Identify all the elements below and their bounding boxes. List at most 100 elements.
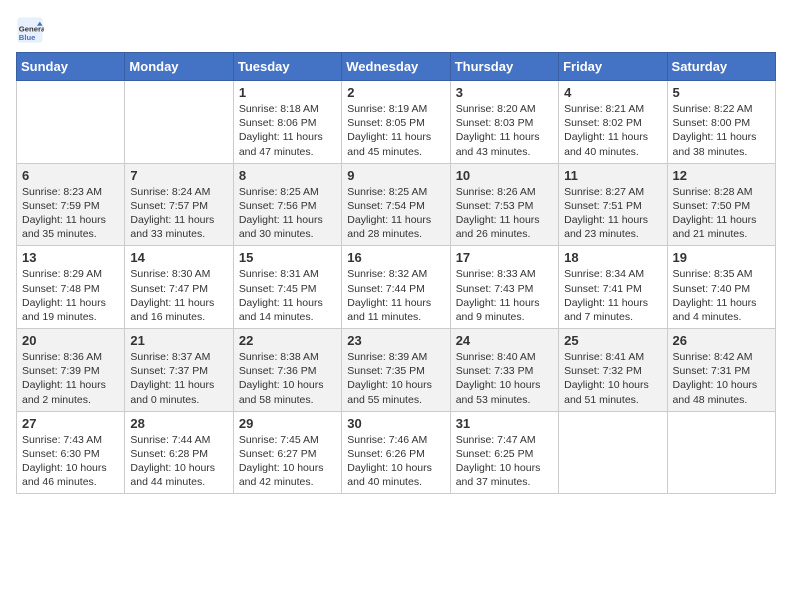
day-info: Sunrise: 8:24 AM <box>130 185 227 199</box>
cell-w3-d0: 13Sunrise: 8:29 AMSunset: 7:48 PMDayligh… <box>17 246 125 329</box>
day-info: Daylight: 11 hours and 28 minutes. <box>347 213 444 241</box>
col-header-monday: Monday <box>125 53 233 81</box>
col-header-tuesday: Tuesday <box>233 53 341 81</box>
day-number: 11 <box>564 168 661 183</box>
day-info: Daylight: 11 hours and 26 minutes. <box>456 213 553 241</box>
day-info: Sunset: 8:03 PM <box>456 116 553 130</box>
col-header-thursday: Thursday <box>450 53 558 81</box>
cell-w1-d6: 5Sunrise: 8:22 AMSunset: 8:00 PMDaylight… <box>667 81 775 164</box>
day-info: Daylight: 11 hours and 2 minutes. <box>22 378 119 406</box>
cell-w3-d4: 17Sunrise: 8:33 AMSunset: 7:43 PMDayligh… <box>450 246 558 329</box>
day-info: Sunset: 7:51 PM <box>564 199 661 213</box>
cell-w5-d4: 31Sunrise: 7:47 AMSunset: 6:25 PMDayligh… <box>450 411 558 494</box>
day-info: Sunset: 7:40 PM <box>673 282 770 296</box>
day-info: Sunset: 7:57 PM <box>130 199 227 213</box>
day-info: Daylight: 10 hours and 53 minutes. <box>456 378 553 406</box>
cell-w2-d2: 8Sunrise: 8:25 AMSunset: 7:56 PMDaylight… <box>233 163 341 246</box>
day-number: 24 <box>456 333 553 348</box>
day-number: 17 <box>456 250 553 265</box>
day-number: 8 <box>239 168 336 183</box>
header-row: SundayMondayTuesdayWednesdayThursdayFrid… <box>17 53 776 81</box>
day-info: Daylight: 11 hours and 4 minutes. <box>673 296 770 324</box>
cell-w3-d3: 16Sunrise: 8:32 AMSunset: 7:44 PMDayligh… <box>342 246 450 329</box>
day-info: Sunrise: 8:22 AM <box>673 102 770 116</box>
col-header-friday: Friday <box>559 53 667 81</box>
day-info: Sunset: 6:26 PM <box>347 447 444 461</box>
day-info: Daylight: 11 hours and 21 minutes. <box>673 213 770 241</box>
day-number: 29 <box>239 416 336 431</box>
cell-w1-d1 <box>125 81 233 164</box>
cell-w3-d6: 19Sunrise: 8:35 AMSunset: 7:40 PMDayligh… <box>667 246 775 329</box>
day-info: Daylight: 10 hours and 44 minutes. <box>130 461 227 489</box>
day-info: Sunset: 7:47 PM <box>130 282 227 296</box>
day-info: Daylight: 11 hours and 14 minutes. <box>239 296 336 324</box>
day-number: 18 <box>564 250 661 265</box>
day-number: 2 <box>347 85 444 100</box>
day-number: 21 <box>130 333 227 348</box>
day-info: Sunset: 7:33 PM <box>456 364 553 378</box>
day-info: Sunrise: 8:20 AM <box>456 102 553 116</box>
day-number: 25 <box>564 333 661 348</box>
calendar-table: SundayMondayTuesdayWednesdayThursdayFrid… <box>16 52 776 494</box>
day-info: Sunrise: 8:34 AM <box>564 267 661 281</box>
day-info: Sunrise: 8:28 AM <box>673 185 770 199</box>
day-number: 14 <box>130 250 227 265</box>
day-info: Daylight: 10 hours and 58 minutes. <box>239 378 336 406</box>
cell-w4-d6: 26Sunrise: 8:42 AMSunset: 7:31 PMDayligh… <box>667 329 775 412</box>
day-info: Sunrise: 7:45 AM <box>239 433 336 447</box>
day-info: Daylight: 11 hours and 23 minutes. <box>564 213 661 241</box>
day-info: Sunset: 7:59 PM <box>22 199 119 213</box>
cell-w4-d4: 24 Sunrise: 8:40 AMSunset: 7:33 PMDayligh… <box>450 329 558 412</box>
day-number: 15 <box>239 250 336 265</box>
day-number: 31 <box>456 416 553 431</box>
day-number: 10 <box>456 168 553 183</box>
day-info: Sunset: 7:35 PM <box>347 364 444 378</box>
day-number: 22 <box>239 333 336 348</box>
day-info: Daylight: 10 hours and 46 minutes. <box>22 461 119 489</box>
day-info: Daylight: 11 hours and 43 minutes. <box>456 130 553 158</box>
day-info: Daylight: 11 hours and 45 minutes. <box>347 130 444 158</box>
day-info: Sunrise: 8:37 AM <box>130 350 227 364</box>
week-row-2: 6Sunrise: 8:23 AMSunset: 7:59 PMDaylight… <box>17 163 776 246</box>
cell-w1-d0 <box>17 81 125 164</box>
day-info: Sunrise: 7:46 AM <box>347 433 444 447</box>
cell-w4-d1: 21Sunrise: 8:37 AMSunset: 7:37 PMDayligh… <box>125 329 233 412</box>
cell-w5-d3: 30Sunrise: 7:46 AMSunset: 6:26 PMDayligh… <box>342 411 450 494</box>
day-info: Sunrise: 8:18 AM <box>239 102 336 116</box>
cell-w2-d1: 7Sunrise: 8:24 AMSunset: 7:57 PMDaylight… <box>125 163 233 246</box>
cell-w4-d2: 22Sunrise: 8:38 AMSunset: 7:36 PMDayligh… <box>233 329 341 412</box>
cell-w2-d5: 11Sunrise: 8:27 AMSunset: 7:51 PMDayligh… <box>559 163 667 246</box>
cell-w2-d6: 12Sunrise: 8:28 AMSunset: 7:50 PMDayligh… <box>667 163 775 246</box>
day-info: Sunrise: 8:30 AM <box>130 267 227 281</box>
col-header-sunday: Sunday <box>17 53 125 81</box>
day-info: Daylight: 11 hours and 40 minutes. <box>564 130 661 158</box>
day-info: Sunrise: 7:43 AM <box>22 433 119 447</box>
day-info: Sunset: 7:36 PM <box>239 364 336 378</box>
day-info: Sunrise: 8:31 AM <box>239 267 336 281</box>
logo-icon: General Blue <box>16 16 44 44</box>
day-info: Sunset: 7:45 PM <box>239 282 336 296</box>
day-info: Sunset: 7:50 PM <box>673 199 770 213</box>
cell-w4-d0: 20Sunrise: 8:36 AMSunset: 7:39 PMDayligh… <box>17 329 125 412</box>
cell-w2-d3: 9Sunrise: 8:25 AMSunset: 7:54 PMDaylight… <box>342 163 450 246</box>
day-info: Sunset: 8:02 PM <box>564 116 661 130</box>
day-number: 13 <box>22 250 119 265</box>
day-info: Sunrise: 8:40 AM <box>456 350 553 364</box>
day-number: 26 <box>673 333 770 348</box>
day-info: Daylight: 11 hours and 38 minutes. <box>673 130 770 158</box>
day-number: 20 <box>22 333 119 348</box>
day-number: 5 <box>673 85 770 100</box>
cell-w5-d5 <box>559 411 667 494</box>
day-info: Daylight: 10 hours and 51 minutes. <box>564 378 661 406</box>
day-info: Daylight: 11 hours and 9 minutes. <box>456 296 553 324</box>
day-number: 28 <box>130 416 227 431</box>
day-number: 16 <box>347 250 444 265</box>
day-info: Daylight: 11 hours and 33 minutes. <box>130 213 227 241</box>
day-info: Sunset: 6:27 PM <box>239 447 336 461</box>
cell-w5-d1: 28Sunrise: 7:44 AMSunset: 6:28 PMDayligh… <box>125 411 233 494</box>
day-number: 4 <box>564 85 661 100</box>
day-info: Daylight: 11 hours and 16 minutes. <box>130 296 227 324</box>
cell-w1-d3: 2Sunrise: 8:19 AMSunset: 8:05 PMDaylight… <box>342 81 450 164</box>
cell-w5-d0: 27Sunrise: 7:43 AMSunset: 6:30 PMDayligh… <box>17 411 125 494</box>
day-info: Sunrise: 8:33 AM <box>456 267 553 281</box>
